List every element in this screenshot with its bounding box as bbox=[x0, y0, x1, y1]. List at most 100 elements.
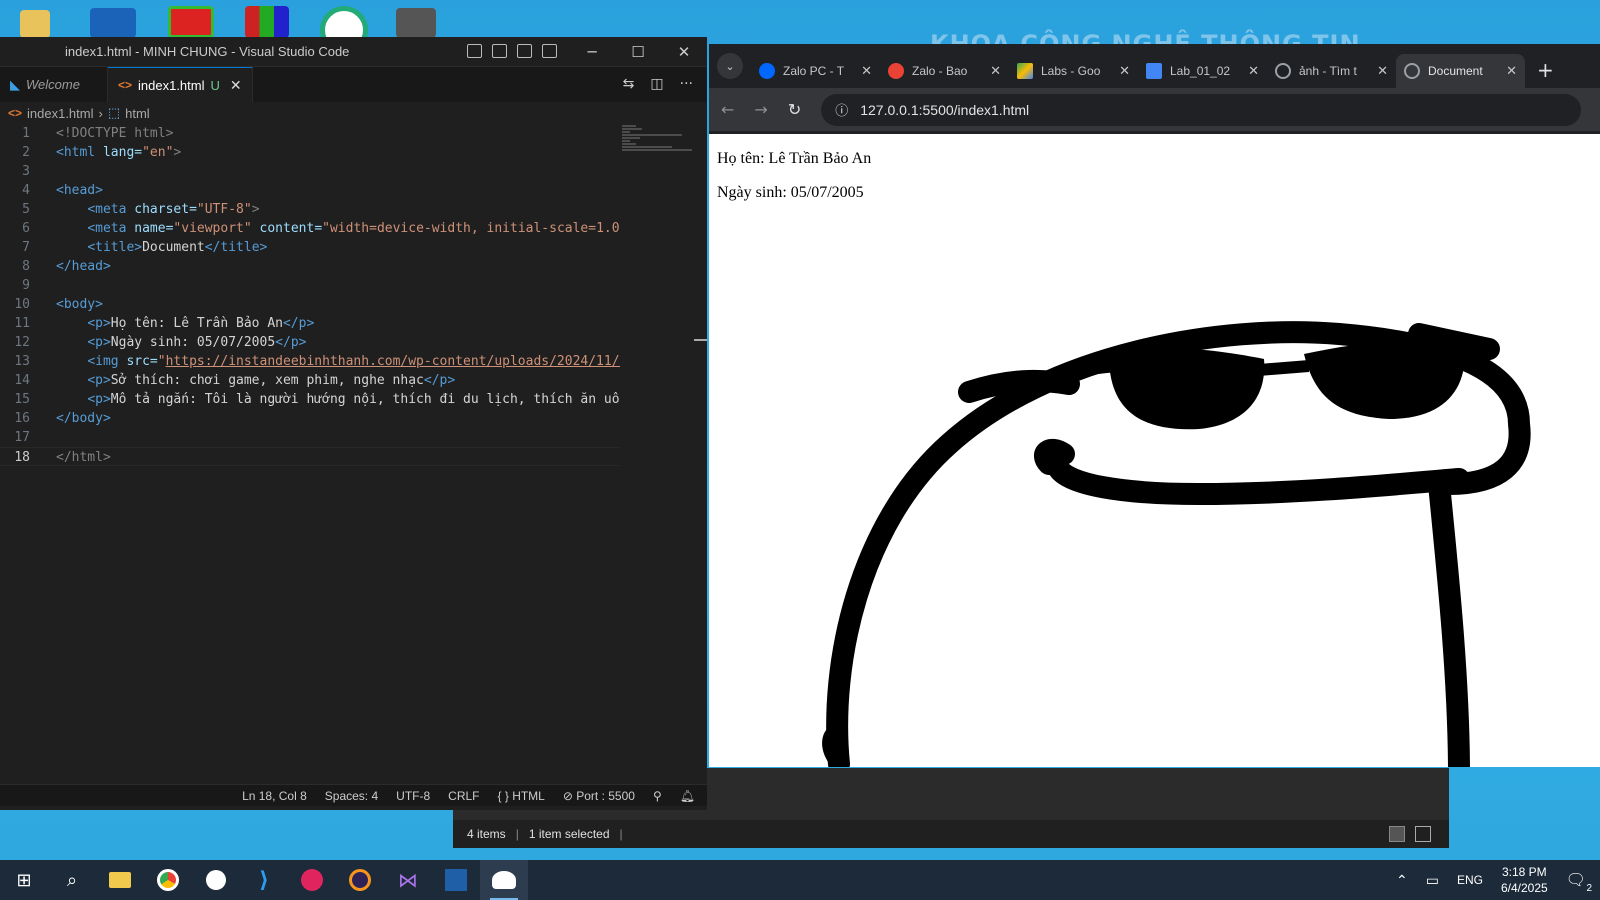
browser-tab[interactable]: Zalo PC - T ✕ bbox=[751, 54, 880, 88]
line-number: 7 bbox=[22, 240, 30, 255]
code-link[interactable]: https://instandeebinhthanh.com/wp-conten… bbox=[166, 354, 620, 369]
app-icon-blue[interactable] bbox=[432, 860, 480, 900]
maximize-icon[interactable]: ☐ bbox=[615, 37, 661, 67]
back-icon[interactable]: ← bbox=[721, 100, 734, 119]
code-line: 7 <title>Document</title> bbox=[0, 238, 620, 257]
search-icon[interactable]: ⌕ bbox=[48, 860, 96, 900]
eclipse-icon[interactable] bbox=[336, 860, 384, 900]
code-editor[interactable]: 1 <!DOCTYPE html> 2 <html lang="en"> 3 4 <h… bbox=[0, 124, 620, 466]
line-ending[interactable]: CRLF bbox=[448, 789, 479, 803]
notification-center-icon[interactable]: 🗨︎ 2 bbox=[1566, 870, 1592, 894]
forward-icon[interactable]: → bbox=[754, 100, 767, 119]
browser-tab[interactable]: ảnh - Tìm t ✕ bbox=[1267, 54, 1396, 88]
toggle-panel-icon[interactable] bbox=[492, 44, 507, 58]
desktop-folder-icon[interactable] bbox=[20, 10, 50, 38]
tab-search-icon[interactable]: ⌄ bbox=[717, 53, 743, 79]
close-tab-icon[interactable]: ✕ bbox=[1119, 63, 1130, 79]
vscode-icon[interactable]: ⟩ bbox=[240, 860, 288, 900]
new-tab-icon[interactable]: + bbox=[1537, 58, 1554, 82]
visual-studio-icon[interactable]: ⋈ bbox=[384, 860, 432, 900]
app-icon-active[interactable] bbox=[480, 860, 528, 900]
breadcrumb-file[interactable]: index1.html bbox=[27, 106, 93, 121]
browser-tab[interactable]: Labs - Goo ✕ bbox=[1009, 54, 1138, 88]
encoding[interactable]: UTF-8 bbox=[396, 789, 430, 803]
split-editor-icon[interactable]: ◫ bbox=[650, 76, 663, 92]
editor-tabs: ◣ Welcome <> index1.html U ✕ ⇆ ◫ ··· bbox=[0, 67, 707, 102]
breadcrumb-element[interactable]: html bbox=[125, 106, 150, 121]
toggle-primary-sidebar-icon[interactable] bbox=[467, 44, 482, 58]
code-token: </html> bbox=[56, 450, 111, 465]
browser-tab[interactable]: Lab_01_02 ✕ bbox=[1138, 54, 1267, 88]
line-number: 15 bbox=[14, 392, 30, 407]
accounts-icon[interactable]: ⚲ bbox=[653, 789, 662, 803]
page-viewport[interactable]: Họ tên: Lê Trần Bảo An Ngày sinh: 05/07/… bbox=[709, 134, 1600, 767]
code-token: </body> bbox=[56, 411, 111, 426]
code-token: <title> bbox=[87, 240, 143, 255]
chrome-icon[interactable] bbox=[144, 860, 192, 900]
html-element-icon: ⬚ bbox=[107, 105, 121, 120]
browser-tab-label: Labs - Goo bbox=[1041, 64, 1101, 78]
code-token: </title> bbox=[204, 240, 268, 255]
browser-tab-label: ảnh - Tìm t bbox=[1299, 64, 1357, 78]
code-token: </head> bbox=[56, 259, 111, 274]
network-icon[interactable]: ▭ bbox=[1426, 872, 1439, 889]
close-tab-icon[interactable]: ✕ bbox=[1506, 63, 1517, 79]
close-tab-icon[interactable]: ✕ bbox=[1377, 63, 1388, 79]
chevron-up-icon[interactable]: ⌃ bbox=[1396, 872, 1408, 889]
browser-tab[interactable]: Zalo - Bao ✕ bbox=[880, 54, 1009, 88]
browser-tab-label: Zalo PC - T bbox=[783, 64, 845, 78]
vscode-titlebar[interactable]: index1.html - MINH CHUNG - Visual Studio… bbox=[0, 37, 707, 67]
more-actions-icon[interactable]: ··· bbox=[680, 76, 693, 92]
minimize-icon[interactable]: ─ bbox=[569, 37, 615, 67]
details-view-icon[interactable] bbox=[1389, 826, 1405, 842]
close-tab-icon[interactable]: ✕ bbox=[1248, 63, 1259, 79]
code-line: 16 </body> bbox=[0, 409, 620, 428]
cursor-position[interactable]: Ln 18, Col 8 bbox=[242, 789, 307, 803]
desktop-app-icon-e[interactable] bbox=[90, 8, 136, 38]
code-token: <head> bbox=[56, 183, 103, 198]
line-number: 13 bbox=[14, 354, 30, 369]
compare-changes-icon[interactable]: ⇆ bbox=[623, 76, 635, 92]
code-token: </p> bbox=[282, 316, 315, 331]
toggle-secondary-sidebar-icon[interactable] bbox=[517, 44, 532, 58]
zalo-favicon-icon bbox=[759, 63, 775, 79]
app-icon-red[interactable] bbox=[288, 860, 336, 900]
reload-icon[interactable]: ↻ bbox=[788, 100, 801, 119]
word-app-icon[interactable] bbox=[192, 860, 240, 900]
code-line: 11 <p>Họ tên: Lê Trần Bảo An</p> bbox=[0, 314, 620, 333]
address-bar[interactable]: ⓘ 127.0.0.1:5500/index1.html bbox=[821, 93, 1582, 126]
code-token: <meta bbox=[87, 202, 127, 217]
taskbar: ⊞ ⌕ ⟩ ⋈ ⌃ ▭ ENG 3:18 PM 6/4/2025 🗨︎ 2 bbox=[0, 860, 1600, 900]
notifications-bell-icon[interactable]: 🔔︎ bbox=[680, 789, 695, 803]
code-token: > bbox=[251, 202, 260, 217]
minimap[interactable] bbox=[622, 124, 692, 164]
clock[interactable]: 3:18 PM 6/4/2025 bbox=[1501, 864, 1548, 896]
indentation[interactable]: Spaces: 4 bbox=[325, 789, 378, 803]
close-icon[interactable]: ✕ bbox=[661, 37, 707, 67]
file-explorer-icon[interactable] bbox=[96, 860, 144, 900]
code-token: charset= bbox=[126, 202, 197, 217]
desktop-app-icon-t[interactable] bbox=[168, 6, 214, 38]
close-tab-icon[interactable]: ✕ bbox=[230, 77, 242, 94]
large-icons-view-icon[interactable] bbox=[1415, 826, 1431, 842]
desktop-app-icon-winrar[interactable] bbox=[245, 6, 289, 38]
site-info-icon[interactable]: ⓘ bbox=[835, 100, 848, 119]
customize-layout-icon[interactable] bbox=[542, 44, 557, 58]
editor-scrollbar[interactable] bbox=[694, 339, 707, 341]
browser-tab-active[interactable]: Document ✕ bbox=[1396, 54, 1525, 88]
language-indicator[interactable]: ENG bbox=[1457, 873, 1483, 887]
code-token: name= bbox=[126, 221, 174, 236]
globe-favicon-icon bbox=[1404, 63, 1420, 79]
port-label: Port : 5500 bbox=[576, 788, 635, 803]
close-tab-icon[interactable]: ✕ bbox=[861, 63, 872, 79]
tab-index1-html[interactable]: <> index1.html U ✕ bbox=[108, 67, 253, 102]
tab-welcome[interactable]: ◣ Welcome bbox=[0, 67, 108, 102]
code-token: <p> bbox=[87, 392, 111, 407]
code-line: 14 <p>Sở thích: chơi game, xem phim, ngh… bbox=[0, 371, 620, 390]
close-tab-icon[interactable]: ✕ bbox=[990, 63, 1001, 79]
language-mode[interactable]: { } HTML bbox=[498, 789, 545, 803]
start-button[interactable]: ⊞ bbox=[0, 860, 48, 900]
live-server-port[interactable]: ⊘ Port : 5500 bbox=[563, 789, 635, 803]
chrome-window[interactable]: ⌄ Zalo PC - T ✕ Zalo - Bao ✕ Labs - Goo … bbox=[709, 44, 1600, 767]
desktop-app-icon-unity[interactable] bbox=[396, 8, 436, 38]
